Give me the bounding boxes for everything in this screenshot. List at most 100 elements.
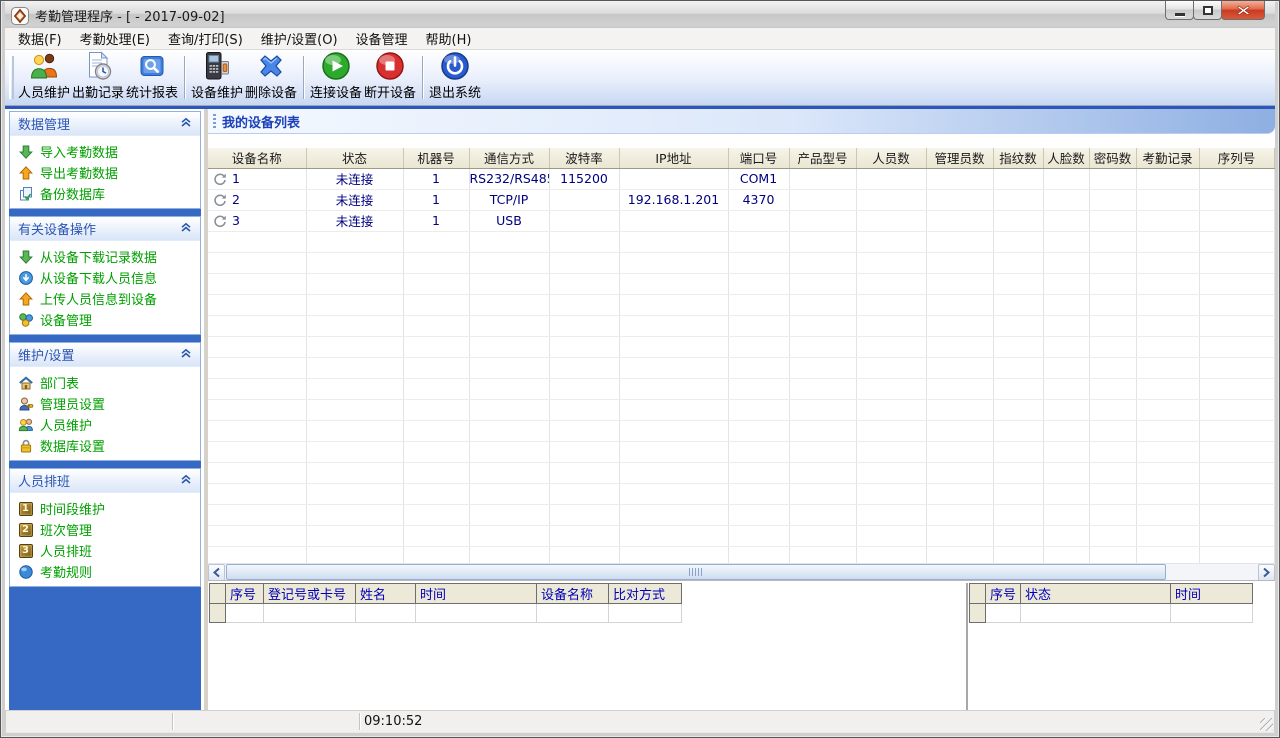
device-cell — [926, 189, 994, 211]
column-header[interactable]: 序号 — [225, 583, 264, 604]
menu-item-5[interactable]: 设备管理 — [347, 27, 417, 50]
empty-cell — [403, 231, 470, 253]
column-header[interactable]: 产品型号 — [789, 148, 857, 169]
column-header[interactable]: 管理员数 — [926, 148, 994, 169]
column-header[interactable]: 设备名称 — [208, 148, 307, 169]
empty-cell — [926, 399, 994, 421]
menu-item-6[interactable]: 帮助(H) — [417, 27, 481, 50]
toolbar-button-stat-report[interactable]: 统计报表 — [125, 52, 179, 103]
sidebar-item[interactable]: 1 时间段维护 — [10, 498, 200, 519]
toolbar-button-delete-device[interactable]: 删除设备 — [244, 52, 298, 103]
column-header[interactable]: 端口号 — [728, 148, 790, 169]
column-header[interactable]: 通信方式 — [469, 148, 550, 169]
device-row[interactable]: 3 未连接 1 USB — [208, 210, 1275, 232]
sidebar-item[interactable]: 从设备下载记录数据 — [10, 246, 200, 267]
menu-item-2[interactable]: 考勤处理(E) — [71, 27, 159, 50]
sidebar-item[interactable]: 管理员设置 — [10, 393, 200, 414]
sidebar-item[interactable]: 上传人员信息到设备 — [10, 288, 200, 309]
empty-cell — [1199, 336, 1275, 358]
column-header[interactable]: 人脸数 — [1043, 148, 1090, 169]
toolbar-button-staff-maintain[interactable]: 人员维护 — [17, 52, 71, 103]
empty-cell — [1089, 399, 1137, 421]
empty-cell — [856, 546, 927, 563]
chevrons-up-icon[interactable] — [180, 473, 192, 489]
maximize-button[interactable] — [1193, 1, 1222, 20]
menu-item-4[interactable]: 维护/设置(O) — [252, 27, 347, 50]
row-selector-cell[interactable] — [969, 603, 986, 623]
panel-grip-icon[interactable] — [213, 113, 216, 129]
column-header[interactable]: 序号 — [984, 583, 1022, 604]
sidebar-item[interactable]: 备份数据库 — [10, 183, 200, 204]
sidebar-item[interactable]: 导入考勤数据 — [10, 141, 200, 162]
sidebar-item-label: 数据库设置 — [40, 440, 106, 455]
device-cell — [1136, 168, 1200, 190]
sidebar-group-header[interactable]: 维护/设置 — [10, 343, 200, 367]
menu-bar: 数据(F) 考勤处理(E) 查询/打印(S) 维护/设置(O) 设备管理 帮助(H) — [5, 28, 1275, 50]
sidebar-group-header[interactable]: 数据管理 — [10, 112, 200, 136]
column-header[interactable]: 序列号 — [1199, 148, 1275, 169]
empty-cell — [208, 231, 307, 253]
horizontal-scrollbar[interactable] — [208, 563, 1275, 581]
device-row[interactable]: 2 未连接 1 TCP/IP 192.168.1.201 4370 — [208, 189, 1275, 211]
minimize-button[interactable] — [1165, 1, 1194, 20]
empty-cell — [469, 294, 550, 316]
toolbar-button-connect-device[interactable]: 连接设备 — [309, 52, 363, 103]
toolbar-button-attendance-log[interactable]: 出勤记录 — [71, 51, 125, 103]
menu-item-3[interactable]: 查询/打印(S) — [159, 27, 252, 50]
toolbar-button-exit-system[interactable]: 退出系统 — [428, 52, 482, 103]
column-header[interactable]: 人员数 — [856, 148, 927, 169]
scrollbar-thumb[interactable] — [226, 564, 1167, 580]
column-header[interactable]: 姓名 — [355, 583, 416, 604]
sidebar-item[interactable]: 部门表 — [10, 372, 200, 393]
chevrons-up-icon[interactable] — [180, 221, 192, 237]
app-icon[interactable] — [11, 6, 29, 25]
sidebar-item[interactable]: 3 人员排班 — [10, 540, 200, 561]
empty-cell — [306, 336, 404, 358]
sidebar-item[interactable]: 导出考勤数据 — [10, 162, 200, 183]
close-button[interactable] — [1221, 1, 1265, 20]
sidebar-group-items: 1 时间段维护 2 班次管理 3 人员排班 考勤规则 — [10, 493, 200, 586]
empty-cell — [263, 603, 356, 623]
empty-cell — [993, 525, 1044, 547]
column-header[interactable]: 指纹数 — [993, 148, 1044, 169]
column-header[interactable]: 比对方式 — [608, 583, 682, 604]
sidebar-item[interactable]: 数据库设置 — [10, 435, 200, 456]
column-header[interactable]: IP地址 — [619, 148, 729, 169]
toolbar-button-device-maintain[interactable]: 设备维护 — [190, 52, 244, 103]
sidebar-item[interactable]: 设备管理 — [10, 309, 200, 330]
column-header[interactable]: 状态 — [1020, 583, 1172, 604]
sidebar-item[interactable]: 考勤规则 — [10, 561, 200, 582]
column-header[interactable]: 密码数 — [1089, 148, 1137, 169]
device-row[interactable]: 1 未连接 1 RS232/RS485 115200 COM1 — [208, 168, 1275, 190]
row-selector-cell[interactable] — [209, 603, 226, 623]
column-header[interactable]: 时间 — [415, 583, 537, 604]
sidebar-group-header[interactable]: 有关设备操作 — [10, 217, 200, 241]
resize-grip-icon[interactable] — [1260, 718, 1273, 731]
empty-cell — [1043, 315, 1090, 337]
column-header[interactable]: 登记号或卡号 — [263, 583, 356, 604]
sidebar-item[interactable]: 人员维护 — [10, 414, 200, 435]
column-header[interactable]: 时间 — [1170, 583, 1254, 604]
sidebar-item[interactable]: 从设备下载人员信息 — [10, 267, 200, 288]
column-header[interactable]: 考勤记录 — [1136, 148, 1200, 169]
chevrons-up-icon[interactable] — [180, 116, 192, 132]
empty-cell — [728, 525, 790, 547]
sidebar-item[interactable]: 2 班次管理 — [10, 519, 200, 540]
scrollbar-track[interactable] — [225, 564, 1258, 580]
sidebar-band — [9, 461, 201, 468]
empty-cell — [926, 357, 994, 379]
column-header[interactable]: 波特率 — [549, 148, 620, 169]
column-header[interactable]: 设备名称 — [536, 583, 609, 604]
column-header[interactable]: 机器号 — [403, 148, 470, 169]
toolbar-button-disconnect-device[interactable]: 断开设备 — [363, 52, 417, 103]
menu-item-1[interactable]: 数据(F) — [9, 27, 71, 50]
scroll-right-button[interactable] — [1258, 564, 1275, 581]
chevrons-up-icon[interactable] — [180, 347, 192, 363]
empty-cell — [619, 504, 729, 526]
empty-cell — [993, 315, 1044, 337]
scroll-left-button[interactable] — [208, 564, 225, 581]
sidebar-group-header[interactable]: 人员排班 — [10, 469, 200, 493]
toolbar-grip[interactable] — [9, 56, 14, 99]
disconnect-icon — [374, 50, 406, 82]
column-header[interactable]: 状态 — [306, 148, 404, 169]
